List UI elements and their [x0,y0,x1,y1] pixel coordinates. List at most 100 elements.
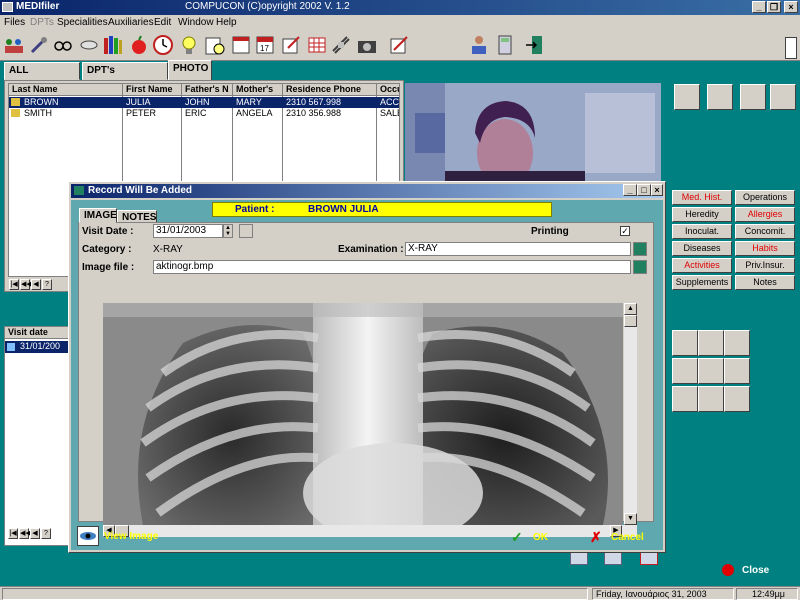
close-label[interactable]: Close [742,565,769,576]
minimize-button[interactable]: _ [752,1,766,13]
col-visit-date[interactable]: Visit date [5,327,71,339]
table-row[interactable]: SMITH PETER ERIC ANGELA 2310 356.988 SAL… [9,108,399,119]
image-horizontal-scrollbar[interactable]: ◀ ▶ [103,525,637,537]
allergies-button[interactable]: Allergies [735,207,795,222]
habits-button[interactable]: Habits [735,241,795,256]
concomitant-button[interactable]: Concomit. [735,224,795,239]
nav-first-button[interactable]: |◀ [9,279,19,290]
clock-icon[interactable] [152,34,174,56]
report-icon[interactable] [698,386,724,412]
examination-field[interactable]: X-RAY [405,242,631,256]
agenda-icon[interactable] [230,34,252,56]
tab-photo[interactable]: PHOTO [168,60,212,80]
capsule-icon[interactable] [698,330,724,356]
dialog-close-button[interactable]: × [651,184,663,196]
triangle-eye-icon[interactable] [698,358,724,384]
scroll-thumb[interactable] [624,315,637,327]
heredity-button[interactable]: Heredity [672,207,732,222]
menu-window[interactable]: Window [178,17,214,28]
menu-files[interactable]: Files [4,17,25,28]
dialog-maximize-button[interactable]: □ [637,184,651,196]
image-file-field[interactable]: aktinogr.bmp [153,260,631,274]
running-person-icon[interactable] [724,358,750,384]
calendar-icon[interactable]: 17 [254,34,276,56]
books-icon[interactable] [102,34,124,56]
apple-icon[interactable] [128,34,150,56]
col-mothers-name[interactable]: Mother's [233,84,283,96]
pills-icon[interactable] [78,34,100,56]
list-item[interactable]: 31/01/200 [5,341,69,353]
apps-grid-icon[interactable] [724,386,750,412]
visits-nav-help-button[interactable]: ? [41,528,51,539]
nav-prev-button[interactable]: ◀ [31,279,41,290]
date-spinner[interactable]: ▲ ▼ [223,224,233,238]
ok-button[interactable]: OK [533,532,548,543]
write-icon[interactable] [280,34,302,56]
visit-date-field[interactable]: 31/01/2003 [153,224,223,238]
col-occupation[interactable]: Occu [377,84,399,96]
col-last-name[interactable]: Last Name [9,84,123,96]
image-vertical-scrollbar[interactable]: ▲ ▼ [624,303,637,525]
open-image-folder-icon[interactable] [633,260,647,274]
tab-dpts-patients[interactable]: DPT's PATIENTS [82,62,168,92]
menu-help[interactable]: Help [216,17,237,28]
col-fathers-name[interactable]: Father's N [182,84,233,96]
restore-button[interactable]: ❐ [767,1,781,13]
eye-icon[interactable] [77,526,99,546]
tab-all-patients[interactable]: ALL PATIENTS [4,62,80,92]
lab-tests-icon[interactable] [672,330,698,356]
printer-small-icon[interactable] [672,386,698,412]
forward-icon[interactable] [604,551,622,565]
people-icon[interactable] [3,34,25,56]
edit-document-icon[interactable] [388,34,410,56]
calendar-picker-icon[interactable] [239,224,253,238]
activities-button[interactable]: Activities [672,258,732,273]
toolbar-scroll-handle[interactable] [785,37,797,59]
close-icon[interactable] [722,564,734,576]
inoculations-button[interactable]: Inoculat. [672,224,732,239]
user-computer-icon[interactable] [468,34,490,56]
exit-door-icon[interactable] [524,34,546,56]
visits-nav-first-button[interactable]: |◀ [8,528,18,539]
medical-symbol-icon[interactable] [770,84,796,110]
glasses-icon[interactable] [52,34,74,56]
menu-edit[interactable]: Edit [154,17,171,28]
nav-help-button[interactable]: ? [42,279,52,290]
scroll-up-arrow[interactable]: ▲ [624,303,637,315]
lightbulb-icon[interactable] [178,34,200,56]
menu-dpts[interactable]: DPTs [30,17,54,28]
visits-nav-prev-page-button[interactable]: ◀◀ [19,528,31,539]
dialog-minimize-button[interactable]: _ [623,184,637,196]
private-insurance-button[interactable]: Priv.Insur. [735,258,795,273]
delete-icon[interactable] [640,551,658,565]
open-folder-icon[interactable] [633,242,647,256]
table-row[interactable]: BROWN JULIA JOHN MARY 2310 567.998 ACCO [9,97,399,108]
menu-auxiliaries[interactable]: Auxiliaries [108,17,154,28]
menu-specialities[interactable]: Specialities [57,17,108,28]
operations-button[interactable]: Operations [735,190,795,205]
tools-icon[interactable] [28,34,50,56]
instrument-icon[interactable] [330,34,352,56]
tab-image[interactable]: IMAGE [79,208,117,223]
calendar-clock-icon[interactable] [204,34,226,56]
scroll-down-arrow[interactable]: ▼ [624,513,637,525]
col-residence-phone[interactable]: Residence Phone [283,84,377,96]
edit-record-icon[interactable] [707,84,733,110]
back-icon[interactable] [570,551,588,565]
view-image-button[interactable]: View Image [104,531,158,542]
notes-button[interactable]: Notes [735,275,795,290]
supplements-button[interactable]: Supplements [672,275,732,290]
notes-edit-icon[interactable] [740,84,766,110]
calculator-icon[interactable] [494,34,516,56]
print-icon[interactable] [674,84,700,110]
visits-nav-prev-button[interactable]: ◀ [30,528,40,539]
camera-icon[interactable] [356,34,378,56]
grid-icon[interactable] [306,34,328,56]
col-first-name[interactable]: First Name [123,84,182,96]
nav-prev-page-button[interactable]: ◀◀ [20,279,32,290]
xray-film-icon[interactable] [724,330,750,356]
printing-checkbox[interactable]: ✓ [620,226,630,236]
diseases-button[interactable]: Diseases [672,241,732,256]
monitor-icon[interactable] [672,358,698,384]
cancel-button[interactable]: Cancel [611,532,644,543]
